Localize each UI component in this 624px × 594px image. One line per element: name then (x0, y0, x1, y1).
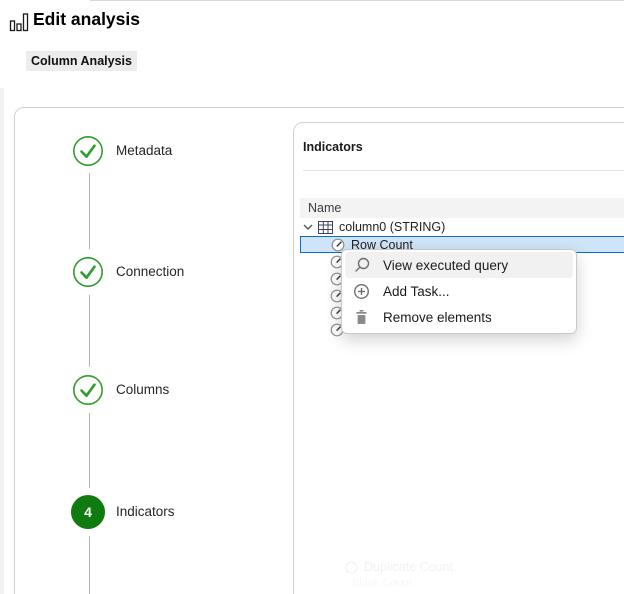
column-analysis-tab[interactable]: Column Analysis (26, 51, 137, 71)
step-connector (89, 173, 90, 249)
ghost-row-blank-count: Blank Count (352, 577, 412, 589)
menu-item-label: Add Task... (383, 284, 450, 299)
step-complete-check-icon[interactable] (72, 374, 104, 406)
step-number-badge[interactable]: 4 (71, 495, 105, 529)
indicators-panel-title: Indicators (303, 140, 363, 154)
step-complete-check-icon[interactable] (72, 256, 104, 288)
bar-chart-icon (8, 11, 30, 33)
step-connector (89, 413, 90, 488)
step-connector (89, 295, 90, 367)
menu-item-label: Remove elements (383, 310, 492, 325)
menu-item-label: View executed query (383, 258, 508, 273)
tree-row-column0[interactable]: column0 (STRING) (300, 218, 624, 236)
step-complete-check-icon[interactable] (72, 135, 104, 167)
circle-plus-icon (353, 283, 370, 300)
stepper-step-indicators[interactable]: Indicators (116, 504, 175, 519)
indicators-panel (293, 122, 624, 594)
ghost-row-label: Duplicate Count (364, 560, 453, 574)
menu-item-add-task[interactable]: Add Task... (345, 278, 573, 304)
top-divider (90, 0, 624, 1)
menu-item-remove-elements[interactable]: Remove elements (345, 305, 573, 331)
stepper-step-columns[interactable]: Columns (116, 382, 169, 397)
tree-column-header-name[interactable]: Name (300, 198, 624, 218)
step-connector (89, 536, 90, 594)
indicator-icon (345, 561, 358, 574)
trash-icon (353, 309, 370, 326)
magnifier-icon (353, 257, 370, 274)
tree-row-label: column0 (STRING) (339, 220, 445, 234)
page-title: Edit analysis (33, 9, 140, 30)
edit-analysis-screen: Edit analysis Column Analysis Metadata C… (0, 0, 624, 594)
table-icon (318, 221, 333, 234)
chevron-down-icon[interactable] (303, 223, 313, 231)
ghost-row-duplicate-count: Duplicate Count (345, 560, 453, 574)
menu-item-view-executed-query[interactable]: View executed query (345, 252, 573, 278)
stepper-step-metadata[interactable]: Metadata (116, 143, 172, 158)
stepper-step-connection[interactable]: Connection (116, 264, 184, 279)
context-menu: View executed query Add Task... Remove e… (341, 249, 577, 334)
panel-divider (303, 170, 624, 171)
left-edge-strip (0, 88, 4, 594)
